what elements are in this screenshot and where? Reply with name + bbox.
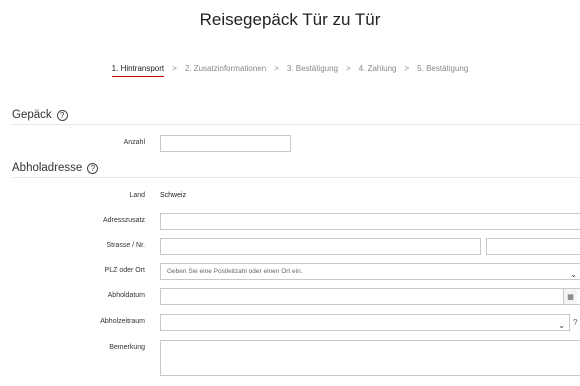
abholdatum-input[interactable]: ▦: [160, 288, 580, 305]
step-zahlung: 4. Zahlung: [358, 64, 397, 73]
abholzeitraum-select[interactable]: ⌄: [160, 314, 570, 331]
help-icon[interactable]: ?: [573, 318, 577, 327]
land-value: Schweiz: [160, 192, 187, 199]
adresszusatz-label: Adresszusatz: [102, 217, 145, 224]
abholadresse-title-text: Abholadresse: [12, 162, 83, 174]
page-title: Reisegepäck Tür zu Tür: [199, 10, 381, 29]
step-separator-icon: >: [404, 64, 410, 73]
adresszusatz-input[interactable]: [160, 213, 580, 230]
abholzeitraum-label: Abholzeitraum: [100, 318, 145, 325]
step-separator-icon: >: [172, 64, 177, 73]
help-icon[interactable]: ?: [56, 109, 68, 121]
help-icon[interactable]: ?: [87, 162, 99, 174]
calendar-icon[interactable]: ▦: [563, 289, 577, 304]
chevron-down-icon: ⌄: [558, 321, 565, 330]
step-separator-icon: >: [346, 64, 351, 73]
section-divider: [12, 124, 580, 125]
anzahl-input[interactable]: [160, 135, 291, 152]
land-label: Land: [129, 192, 145, 199]
plz-placeholder: Geben Sie eine Postleitzahl oder einen O…: [167, 268, 303, 275]
gepaeck-section-title: Gepäck ?: [12, 109, 68, 121]
anzahl-label: Anzahl: [123, 139, 145, 146]
hausnummer-input[interactable]: [486, 238, 580, 255]
section-divider: [12, 177, 580, 178]
plz-ort-select[interactable]: Geben Sie eine Postleitzahl oder einen O…: [160, 263, 580, 280]
strasse-label: Strasse / Nr.: [106, 242, 145, 249]
gepaeck-title-text: Gepäck: [12, 109, 52, 121]
strasse-input[interactable]: [160, 238, 481, 255]
step-separator-icon: >: [274, 64, 279, 73]
step-zusatzinformationen: 2. Zusatzinformationen: [184, 64, 267, 73]
chevron-down-icon: ⌄: [570, 270, 577, 279]
abholdatum-label: Abholdatum: [107, 292, 145, 299]
step-final-bestaetigung: 5. Bestätigung: [417, 64, 469, 73]
plz-label: PLZ oder Ort: [104, 267, 145, 274]
step-bestaetigung: 3. Bestätigung: [286, 64, 339, 73]
progress-steps: 1. Hintransport >2. Zusatzinformationen >3…: [0, 64, 580, 77]
abholadresse-section-title: Abholadresse ?: [12, 162, 99, 174]
bemerkung-textarea[interactable]: [160, 340, 580, 376]
bemerkung-label: Bemerkung: [109, 344, 145, 351]
step-hintransport[interactable]: 1. Hintransport: [111, 64, 165, 77]
